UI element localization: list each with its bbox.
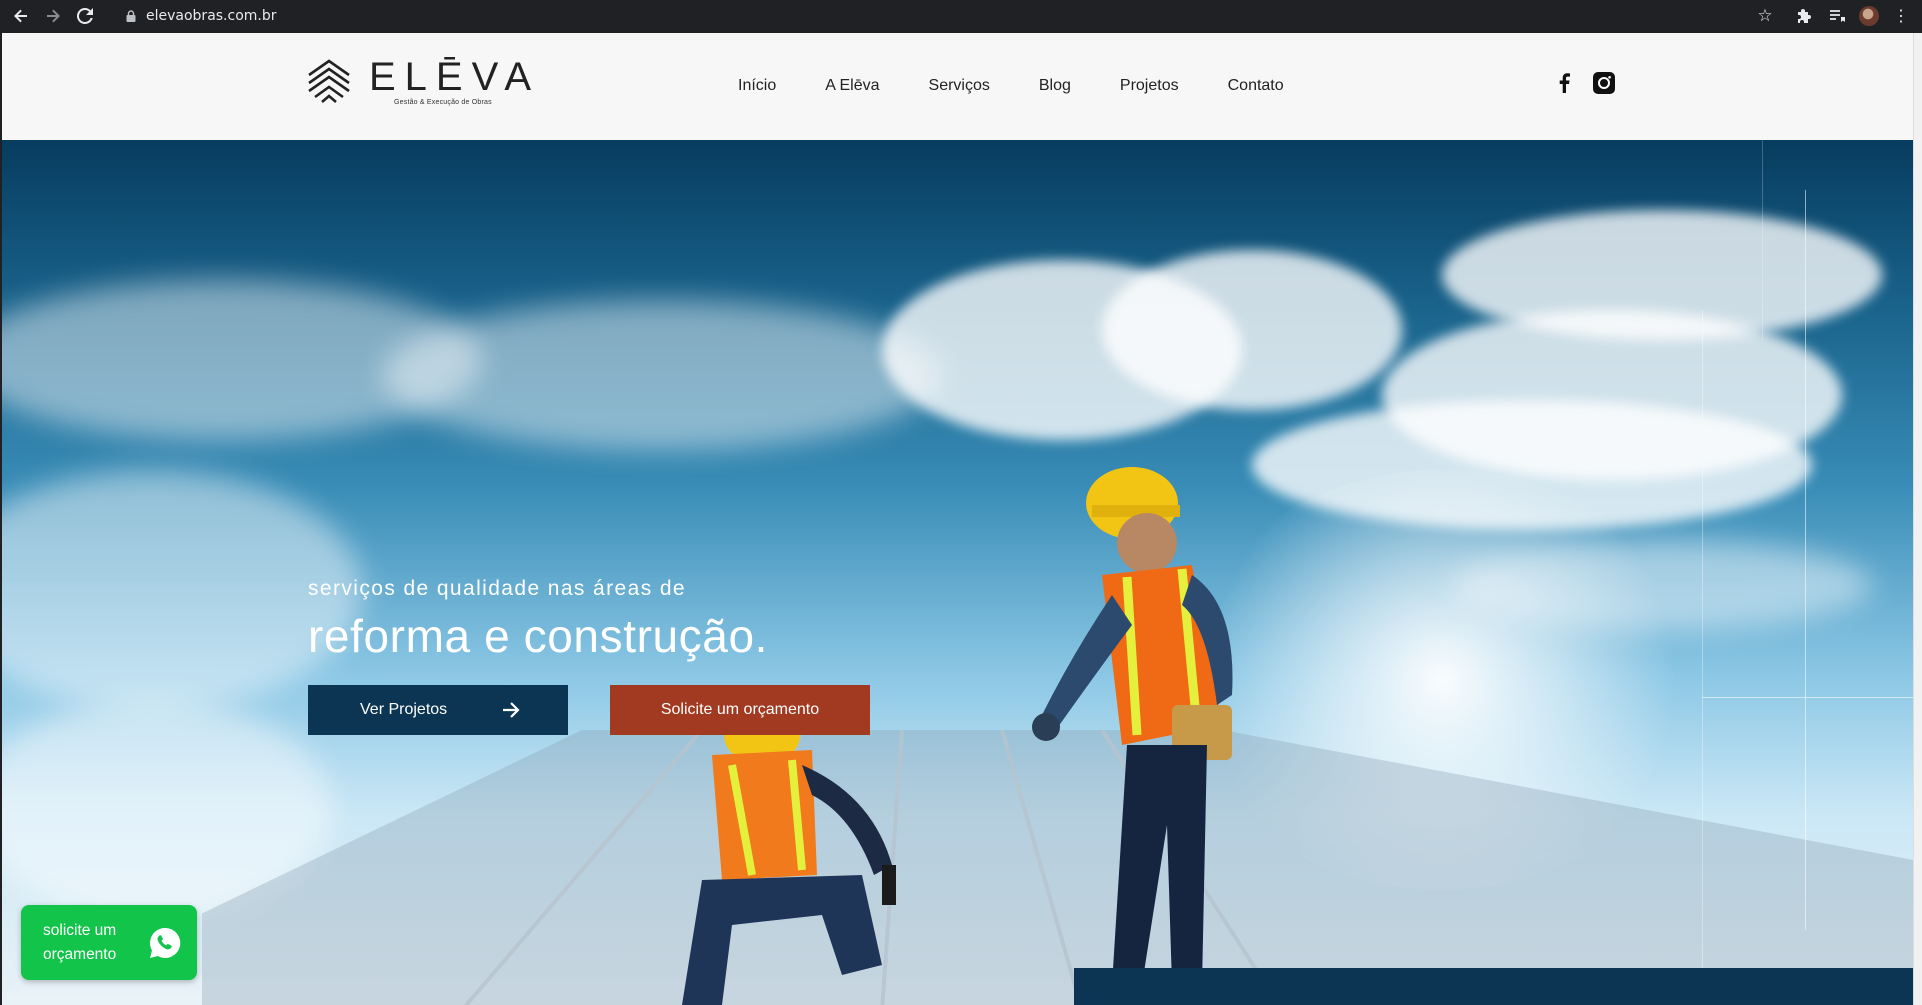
kneeling-worker-illustration — [682, 705, 896, 1005]
logo-tagline: Gestão & Execução de Obras — [394, 99, 492, 106]
page-viewport: ELĒVA Gestão & Execução de Obras Início … — [2, 33, 1913, 1005]
avatar[interactable] — [1856, 3, 1882, 29]
standing-worker-illustration — [1032, 467, 1233, 985]
view-projects-button[interactable]: Ver Projetos — [308, 685, 568, 735]
menu-item-projetos[interactable]: Projetos — [1120, 77, 1179, 95]
facebook-icon[interactable] — [1552, 71, 1576, 95]
bookmark-star-icon[interactable]: ☆ — [1752, 3, 1778, 29]
more-menu-icon[interactable]: ⋮ — [1888, 3, 1914, 29]
whatsapp-label-line1: solicite um — [43, 921, 117, 939]
social-links — [1552, 71, 1616, 95]
logo-wordmark: ELĒVA — [369, 55, 540, 99]
menu-item-contato[interactable]: Contato — [1228, 77, 1284, 95]
hero-subtitle: serviços de qualidade nas áreas de — [308, 577, 686, 600]
forward-icon[interactable] — [42, 5, 64, 27]
reload-icon[interactable] — [74, 5, 96, 27]
page-scrollbar[interactable] — [1913, 33, 1922, 1005]
hero-title: reforma e construção. — [308, 610, 769, 662]
instagram-icon[interactable] — [1592, 71, 1616, 95]
arrow-right-icon — [503, 702, 520, 718]
menu-item-inicio[interactable]: Início — [738, 77, 776, 95]
view-projects-label: Ver Projetos — [360, 701, 448, 718]
whatsapp-icon — [149, 927, 181, 958]
menu-item-servicos[interactable]: Serviços — [929, 77, 990, 95]
menu-item-blog[interactable]: Blog — [1039, 77, 1071, 95]
address-bar[interactable]: elevaobras.com.br — [112, 3, 1777, 28]
back-icon[interactable] — [10, 5, 32, 27]
menu-item-a-eleva[interactable]: A Elēva — [825, 77, 879, 95]
logo-mark-icon — [308, 59, 350, 103]
site-logo[interactable]: ELĒVA Gestão & Execução de Obras — [307, 57, 540, 109]
reading-list-icon[interactable] — [1824, 3, 1850, 29]
hero-footer-panel — [1074, 968, 1913, 1005]
whatsapp-label-line2: orçamento — [43, 945, 117, 963]
url-text: elevaobras.com.br — [146, 7, 277, 24]
site-header: ELĒVA Gestão & Execução de Obras Início … — [2, 33, 1913, 140]
hero-banner: serviços de qualidade nas áreas de refor… — [2, 140, 1913, 1005]
request-quote-button[interactable]: Solicite um orçamento — [610, 685, 870, 735]
lock-icon — [124, 9, 138, 23]
whatsapp-quote-button[interactable]: solicite um orçamento — [21, 905, 197, 980]
main-menu: Início A Elēva Serviços Blog Projetos Co… — [738, 77, 1333, 95]
extensions-icon[interactable] — [1792, 3, 1818, 29]
